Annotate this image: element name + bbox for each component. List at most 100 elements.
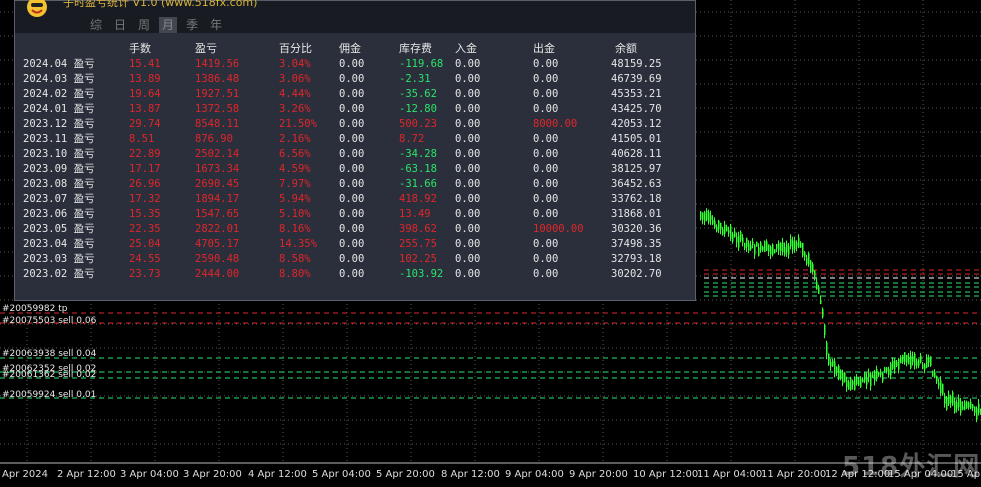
row-period: 2023.04 盈亏 <box>23 238 95 250</box>
candle-body <box>796 242 798 247</box>
candle-body <box>820 299 822 304</box>
candle-body <box>792 240 794 250</box>
candle-body <box>966 401 968 409</box>
candle-body <box>876 369 878 378</box>
row-percent: 8.80% <box>279 268 311 280</box>
row-percent: 3.06% <box>279 73 311 85</box>
row-swap: -63.18 <box>399 163 437 175</box>
table-row: 2023.03 盈亏 24.55 2590.48 8.58% 0.00 102.25 0.0… <box>15 252 695 267</box>
candle-body <box>812 264 814 272</box>
order-label[interactable]: #20075503 sell 0.06 <box>2 316 96 326</box>
table-row: 2024.01 盈亏 13.87 1372.58 3.26% 0.00 -12.80 0.0… <box>15 102 695 117</box>
row-swap: 398.62 <box>399 223 437 235</box>
candle-body <box>748 243 750 251</box>
candle-body <box>862 379 864 383</box>
row-swap: 102.25 <box>399 253 437 265</box>
row-lots: 15.35 <box>129 208 161 220</box>
row-withdraw: 0.00 <box>533 148 559 160</box>
candle-body <box>958 398 960 408</box>
row-percent: 5.10% <box>279 208 311 220</box>
candle-body <box>834 361 836 374</box>
row-percent: 21.50% <box>279 118 317 130</box>
row-deposit: 0.00 <box>455 163 481 175</box>
order-label[interactable]: #20063938 sell 0.04 <box>2 349 96 359</box>
candle-body <box>836 366 838 373</box>
row-lots: 22.89 <box>129 148 161 160</box>
col-balance: 余额 <box>615 42 637 55</box>
table-header: 手数 盈亏 百分比 佣金 库存费 入金 出金 余额 <box>15 41 695 57</box>
row-balance: 46739.69 <box>611 73 662 85</box>
period-tabs: 综日周月季年 <box>87 17 225 33</box>
table-row: 2023.05 盈亏 22.35 2822.01 8.16% 0.00 398.62 0.0… <box>15 222 695 237</box>
row-balance: 33762.18 <box>611 193 662 205</box>
row-withdraw: 0.00 <box>533 253 559 265</box>
row-period: 2023.10 盈亏 <box>23 148 95 160</box>
candle-body <box>776 244 778 249</box>
tab-4[interactable]: 季 <box>183 17 201 33</box>
row-withdraw: 0.00 <box>533 238 559 250</box>
candle-body <box>912 356 914 363</box>
row-pnl: 1386.48 <box>195 73 240 85</box>
tab-3[interactable]: 月 <box>159 17 178 33</box>
candle-body <box>714 220 716 228</box>
candle-body <box>722 229 724 235</box>
candle-body <box>938 382 940 386</box>
candle-body <box>894 360 896 370</box>
row-lots: 24.55 <box>129 253 161 265</box>
row-pnl: 1927.51 <box>195 88 240 100</box>
candle-body <box>928 358 930 363</box>
candle-body <box>964 402 966 410</box>
order-label[interactable]: #20059982 tp <box>2 304 67 314</box>
candle-body <box>756 241 758 247</box>
candle-body <box>936 376 938 382</box>
order-label[interactable]: #20059924 sell 0.01 <box>2 390 96 400</box>
candle-body <box>904 352 906 363</box>
table-row: 2023.07 盈亏 17.32 1894.17 5.94% 0.00 418.92 0.0… <box>15 192 695 207</box>
candle-body <box>806 257 808 264</box>
candle-body <box>716 226 718 232</box>
row-pnl: 2502.14 <box>195 148 240 160</box>
candle-body <box>920 355 922 363</box>
row-pnl: 1547.65 <box>195 208 240 220</box>
table-row: 2023.04 盈亏 25.04 4705.17 14.35% 0.00 255.75 0.… <box>15 237 695 252</box>
candle-body <box>860 378 862 388</box>
candle-body <box>818 286 820 294</box>
candle-body <box>804 252 806 258</box>
table-row: 2023.08 盈亏 26.96 2690.45 7.97% 0.00 -31.66 0.0… <box>15 177 695 192</box>
table-rows: 2024.04 盈亏 15.41 1419.56 3.04% 0.00 -119.68 0.… <box>15 57 695 282</box>
table-row: 2023.10 盈亏 22.89 2502.14 6.56% 0.00 -34.28 0.0… <box>15 147 695 162</box>
tab-2[interactable]: 周 <box>135 17 153 33</box>
candle-body <box>916 361 918 366</box>
time-tick-label: 9 Apr 04:00 <box>505 469 564 480</box>
candle-body <box>764 241 766 253</box>
row-percent: 3.04% <box>279 58 311 70</box>
row-withdraw: 0.00 <box>533 163 559 175</box>
tab-1[interactable]: 日 <box>111 17 129 33</box>
table-row: 2023.06 盈亏 15.35 1547.65 5.10% 0.00 13.49 0.00… <box>15 207 695 222</box>
order-label[interactable]: #20061362 sell 0.02 <box>2 370 96 380</box>
smiley-logo-icon <box>27 0 47 17</box>
tab-5[interactable]: 年 <box>207 17 225 33</box>
candle-body <box>962 406 964 410</box>
candle-body <box>700 211 702 220</box>
tab-0[interactable]: 综 <box>87 17 105 33</box>
row-percent: 2.16% <box>279 133 311 145</box>
candle-body <box>766 241 768 251</box>
row-swap: 8.72 <box>399 133 425 145</box>
table-row: 2024.04 盈亏 15.41 1419.56 3.04% 0.00 -119.68 0.… <box>15 57 695 72</box>
candle-body <box>864 372 866 382</box>
candle-body <box>942 384 944 395</box>
candle-body <box>896 362 898 367</box>
row-balance: 30202.70 <box>611 268 662 280</box>
candle-body <box>922 365 924 369</box>
candle-body <box>772 244 774 255</box>
row-balance: 40628.11 <box>611 148 662 160</box>
row-period: 2023.07 盈亏 <box>23 193 95 205</box>
row-swap: 500.23 <box>399 118 437 130</box>
row-withdraw: 0.00 <box>533 73 559 85</box>
row-withdraw: 0.00 <box>533 103 559 115</box>
row-percent: 3.26% <box>279 103 311 115</box>
row-withdraw: 0.00 <box>533 193 559 205</box>
candle-body <box>948 394 950 405</box>
candle-body <box>718 220 720 230</box>
